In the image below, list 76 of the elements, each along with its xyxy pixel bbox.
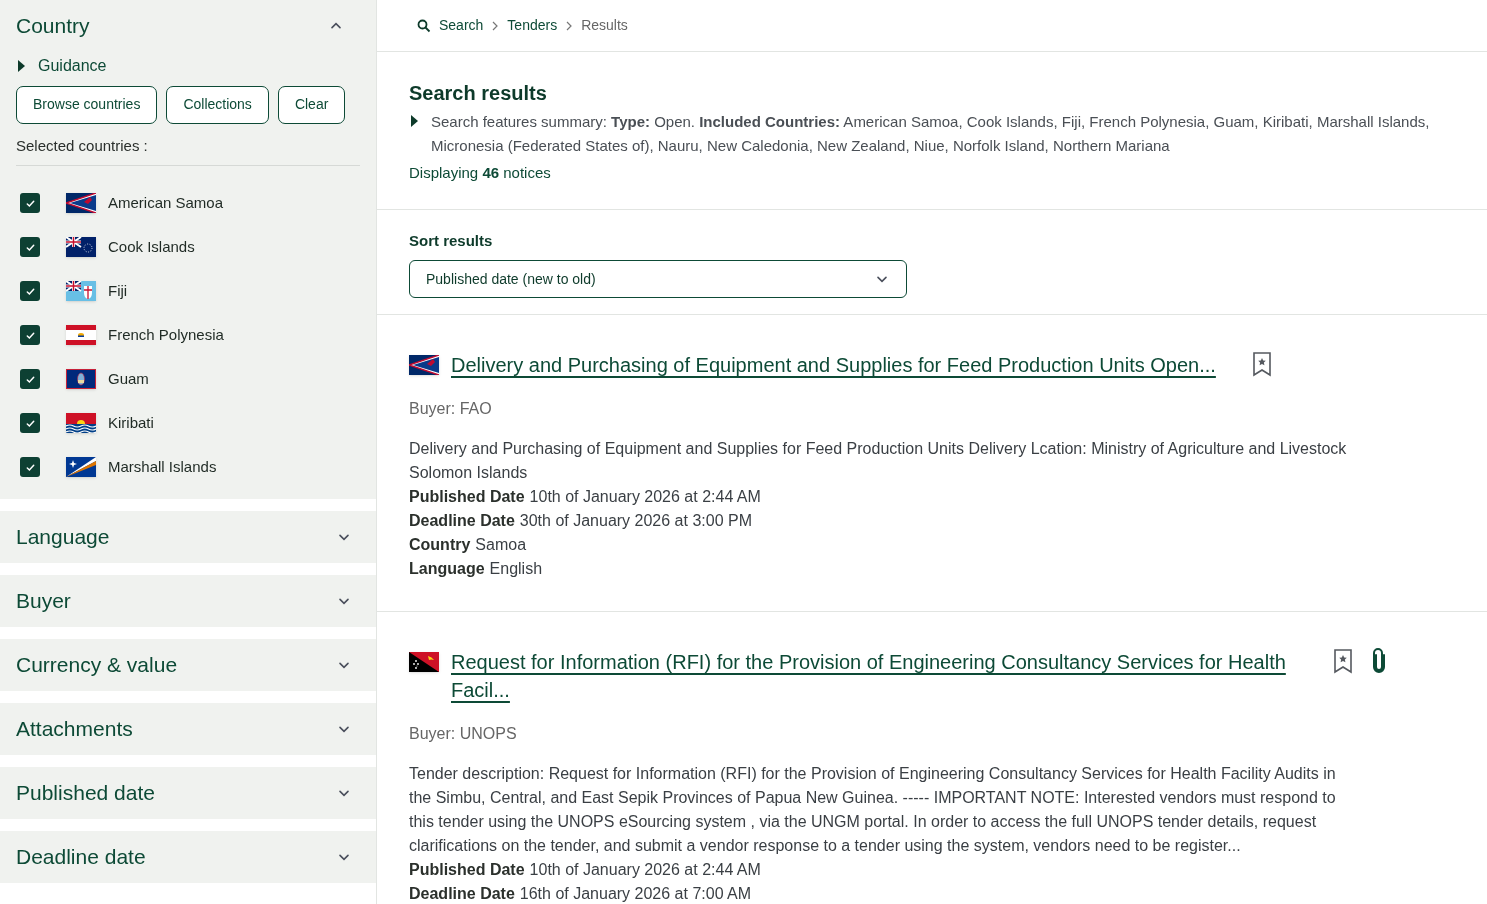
triangle-icon — [16, 58, 26, 73]
check-icon — [24, 329, 36, 341]
bookmark-icon[interactable] — [1333, 648, 1353, 674]
filter-button[interactable]: Browse countries — [16, 85, 158, 124]
chevron-icon — [491, 20, 500, 31]
flag-icon — [409, 355, 439, 375]
flag-icon — [66, 457, 96, 477]
breadcrumb-link[interactable]: Tenders — [507, 15, 558, 36]
sort-label: Sort results — [409, 230, 494, 251]
flag-icon — [66, 369, 96, 389]
result-title-link[interactable]: Delivery and Purchasing of Equipment and Supplies for Feed Production Units Open... — [451, 351, 1216, 379]
breadcrumb-link[interactable]: Search — [439, 15, 484, 36]
chevron-icon — [565, 20, 574, 31]
country-name: Marshall Islands — [108, 456, 217, 477]
filter-header[interactable]: Attachments — [0, 703, 376, 755]
check-icon — [24, 285, 36, 297]
sort-dropdown[interactable]: Published date (new to old) — [409, 260, 907, 298]
results-count: Displaying 46 notices — [409, 163, 552, 183]
guidance-toggle[interactable]: Guidance — [16, 53, 107, 78]
filter-button[interactable]: Collections — [166, 85, 269, 124]
filter-header[interactable]: Language — [0, 511, 376, 563]
field-value: 16th of January 2026 at 7:00 AM — [519, 884, 752, 904]
field-value: Samoa — [475, 535, 527, 555]
field-value: English — [489, 559, 543, 579]
filter-header[interactable]: Buyer — [0, 575, 376, 627]
field-label: Country — [409, 535, 471, 555]
search-summary: Search features summary: Type: Open. Included Countries: American Samoa, Cook Islands, Fiji, French Polynesia, Guam, Kiribati, Marshall Islands, Micronesia (Federated States of), Nauru, New Caledonia, New Zealand, Niue, Norfolk Island, Northern Mariana — [431, 112, 1431, 156]
buyer-text: Buyer: UNOPS — [409, 724, 518, 744]
breadcrumb-current: Results — [581, 16, 628, 35]
country-name: French Polynesia — [108, 324, 224, 345]
filter-header[interactable]: Published date — [0, 767, 376, 819]
country-name: American Samoa — [108, 192, 224, 213]
bookmark-icon[interactable] — [1251, 351, 1272, 377]
checkbox[interactable] — [20, 281, 40, 301]
triangle-icon[interactable] — [409, 114, 419, 128]
country-name: Guam — [108, 368, 149, 389]
checkbox[interactable] — [20, 369, 40, 389]
field-label: Deadline Date — [409, 511, 515, 531]
check-icon — [24, 241, 36, 253]
country-name: Cook Islands — [108, 236, 195, 257]
filter-header[interactable]: Currency & value — [0, 639, 376, 691]
checkbox[interactable] — [20, 193, 40, 213]
selected-countries-label: Selected countries : — [16, 134, 360, 166]
result-title-link[interactable]: Request for Information (RFI) for the Provision of Engineering Consultancy Services for Health Facil... — [451, 648, 1321, 704]
section-title[interactable]: Country — [16, 10, 90, 42]
country-name: Kiribati — [108, 412, 154, 433]
checkbox[interactable] — [20, 457, 40, 477]
field-value: 10th of January 2026 at 2:44 AM — [529, 487, 761, 507]
field-label: Language — [409, 559, 485, 579]
flag-icon — [66, 325, 96, 345]
field-value: 10th of January 2026 at 2:44 AM — [529, 860, 761, 880]
check-icon — [24, 417, 36, 429]
filter-button[interactable]: Clear — [277, 85, 346, 124]
checkbox[interactable] — [20, 325, 40, 345]
search-icon — [417, 18, 431, 33]
result-description: Delivery and Purchasing of Equipment and Supplies for Feed Production Units Delivery Lcation: Ministry of Agriculture and Livestock Solomon Islands — [409, 439, 1348, 483]
field-label: Deadline Date — [409, 884, 515, 904]
field-label: Published Date — [409, 860, 525, 880]
paperclip-icon[interactable] — [1371, 648, 1387, 674]
flag-icon — [66, 281, 96, 301]
flag-icon — [66, 413, 96, 433]
field-label: Published Date — [409, 487, 525, 507]
result-description: Tender description: Request for Information (RFI) for the Provision of Engineering Consultancy Services for Health Facility Audits in the Simbu, Central, and East Sepik Provinces of Papua New Guinea. ----- IMPORTANT NOTE: Interested vendors must respond to this tender using the UNOPS eSourcing system , via the UNGM portal. In order to access the full UNOPS tender details, request clarifications on the tender, and submit a vendor response to a tender using the system, vendors need to be register... — [409, 764, 1337, 856]
country-name: Fiji — [108, 280, 128, 301]
flag-icon — [409, 652, 439, 672]
buyer-text: Buyer: FAO — [409, 399, 493, 419]
field-value: 30th of January 2026 at 3:00 PM — [519, 511, 752, 531]
check-icon — [24, 197, 36, 209]
checkbox[interactable] — [20, 413, 40, 433]
check-icon — [24, 373, 36, 385]
checkbox[interactable] — [20, 237, 40, 257]
check-icon — [24, 461, 36, 473]
filter-header[interactable]: Deadline date — [0, 831, 376, 883]
results-title: Search results — [409, 81, 548, 106]
flag-icon — [66, 193, 96, 213]
flag-icon — [66, 237, 96, 257]
